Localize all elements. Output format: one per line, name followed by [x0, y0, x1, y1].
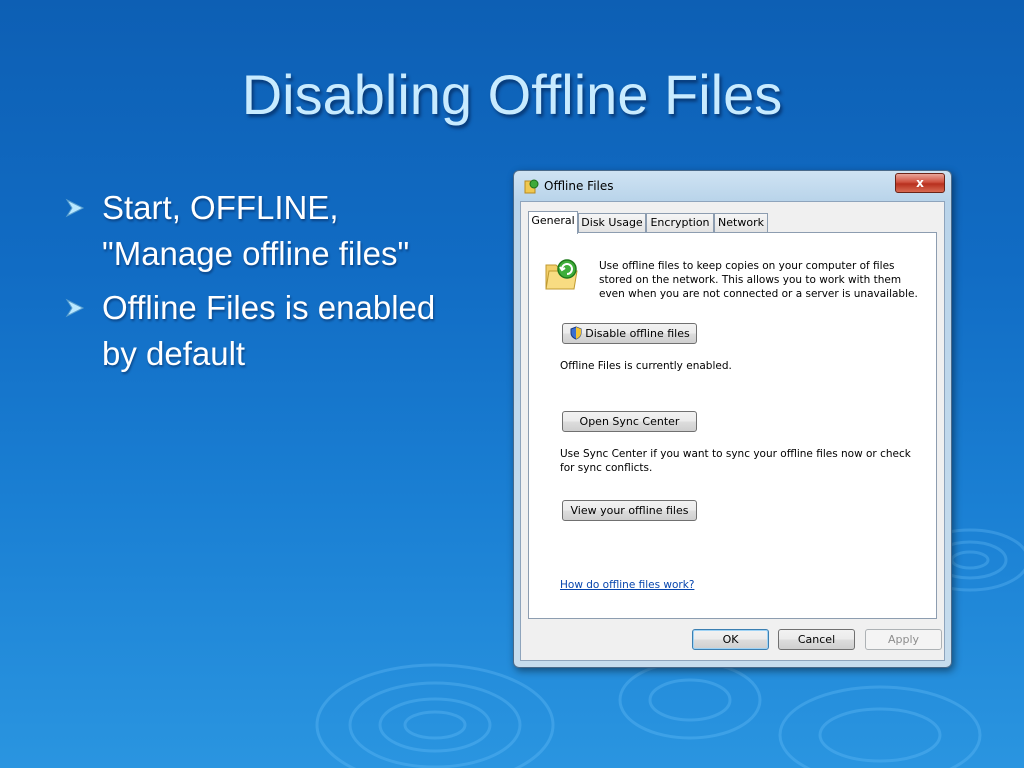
general-tab-panel: Use offline files to keep copies on your…: [528, 232, 937, 619]
close-button[interactable]: x: [895, 173, 945, 193]
uac-shield-icon: [570, 326, 582, 340]
open-sync-center-button[interactable]: Open Sync Center: [562, 411, 697, 432]
bullet-text: Offline Files is enabled by default: [102, 289, 436, 372]
offline-files-dialog: Offline Files x General Disk Usage Encry…: [513, 170, 952, 668]
sync-folder-icon: [524, 179, 539, 194]
arrow-bullet-icon: [65, 198, 85, 218]
arrow-bullet-icon: [65, 298, 85, 318]
status-text: Offline Files is currently enabled.: [560, 360, 732, 372]
bullet-item: Start, OFFLINE, "Manage offline files": [64, 185, 464, 277]
dialog-title: Offline Files: [544, 179, 614, 193]
tab-encryption[interactable]: Encryption: [646, 213, 714, 233]
help-link[interactable]: How do offline files work?: [560, 579, 694, 591]
tab-general[interactable]: General: [528, 211, 578, 234]
disable-offline-files-button[interactable]: Disable offline files: [562, 323, 697, 344]
view-offline-files-button[interactable]: View your offline files: [562, 500, 697, 521]
bullet-item: Offline Files is enabled by default: [64, 285, 464, 377]
dialog-body: General Disk Usage Encryption Network Us…: [520, 201, 945, 661]
disable-offline-files-label: Disable offline files: [585, 327, 690, 340]
bullet-list: Start, OFFLINE, "Manage offline files" O…: [64, 185, 464, 385]
dialog-titlebar[interactable]: Offline Files x: [514, 171, 951, 201]
apply-button[interactable]: Apply: [865, 629, 942, 650]
offline-folder-icon: [545, 259, 578, 290]
ok-button[interactable]: OK: [692, 629, 769, 650]
cancel-button[interactable]: Cancel: [778, 629, 855, 650]
description-text: Use offline files to keep copies on your…: [599, 260, 918, 300]
slide-title: Disabling Offline Files: [241, 63, 783, 126]
sync-center-text: Use Sync Center if you want to sync your…: [560, 448, 911, 474]
bullet-text: Start, OFFLINE, "Manage offline files": [102, 189, 410, 272]
tab-disk-usage[interactable]: Disk Usage: [578, 213, 646, 233]
tab-network[interactable]: Network: [714, 213, 768, 233]
